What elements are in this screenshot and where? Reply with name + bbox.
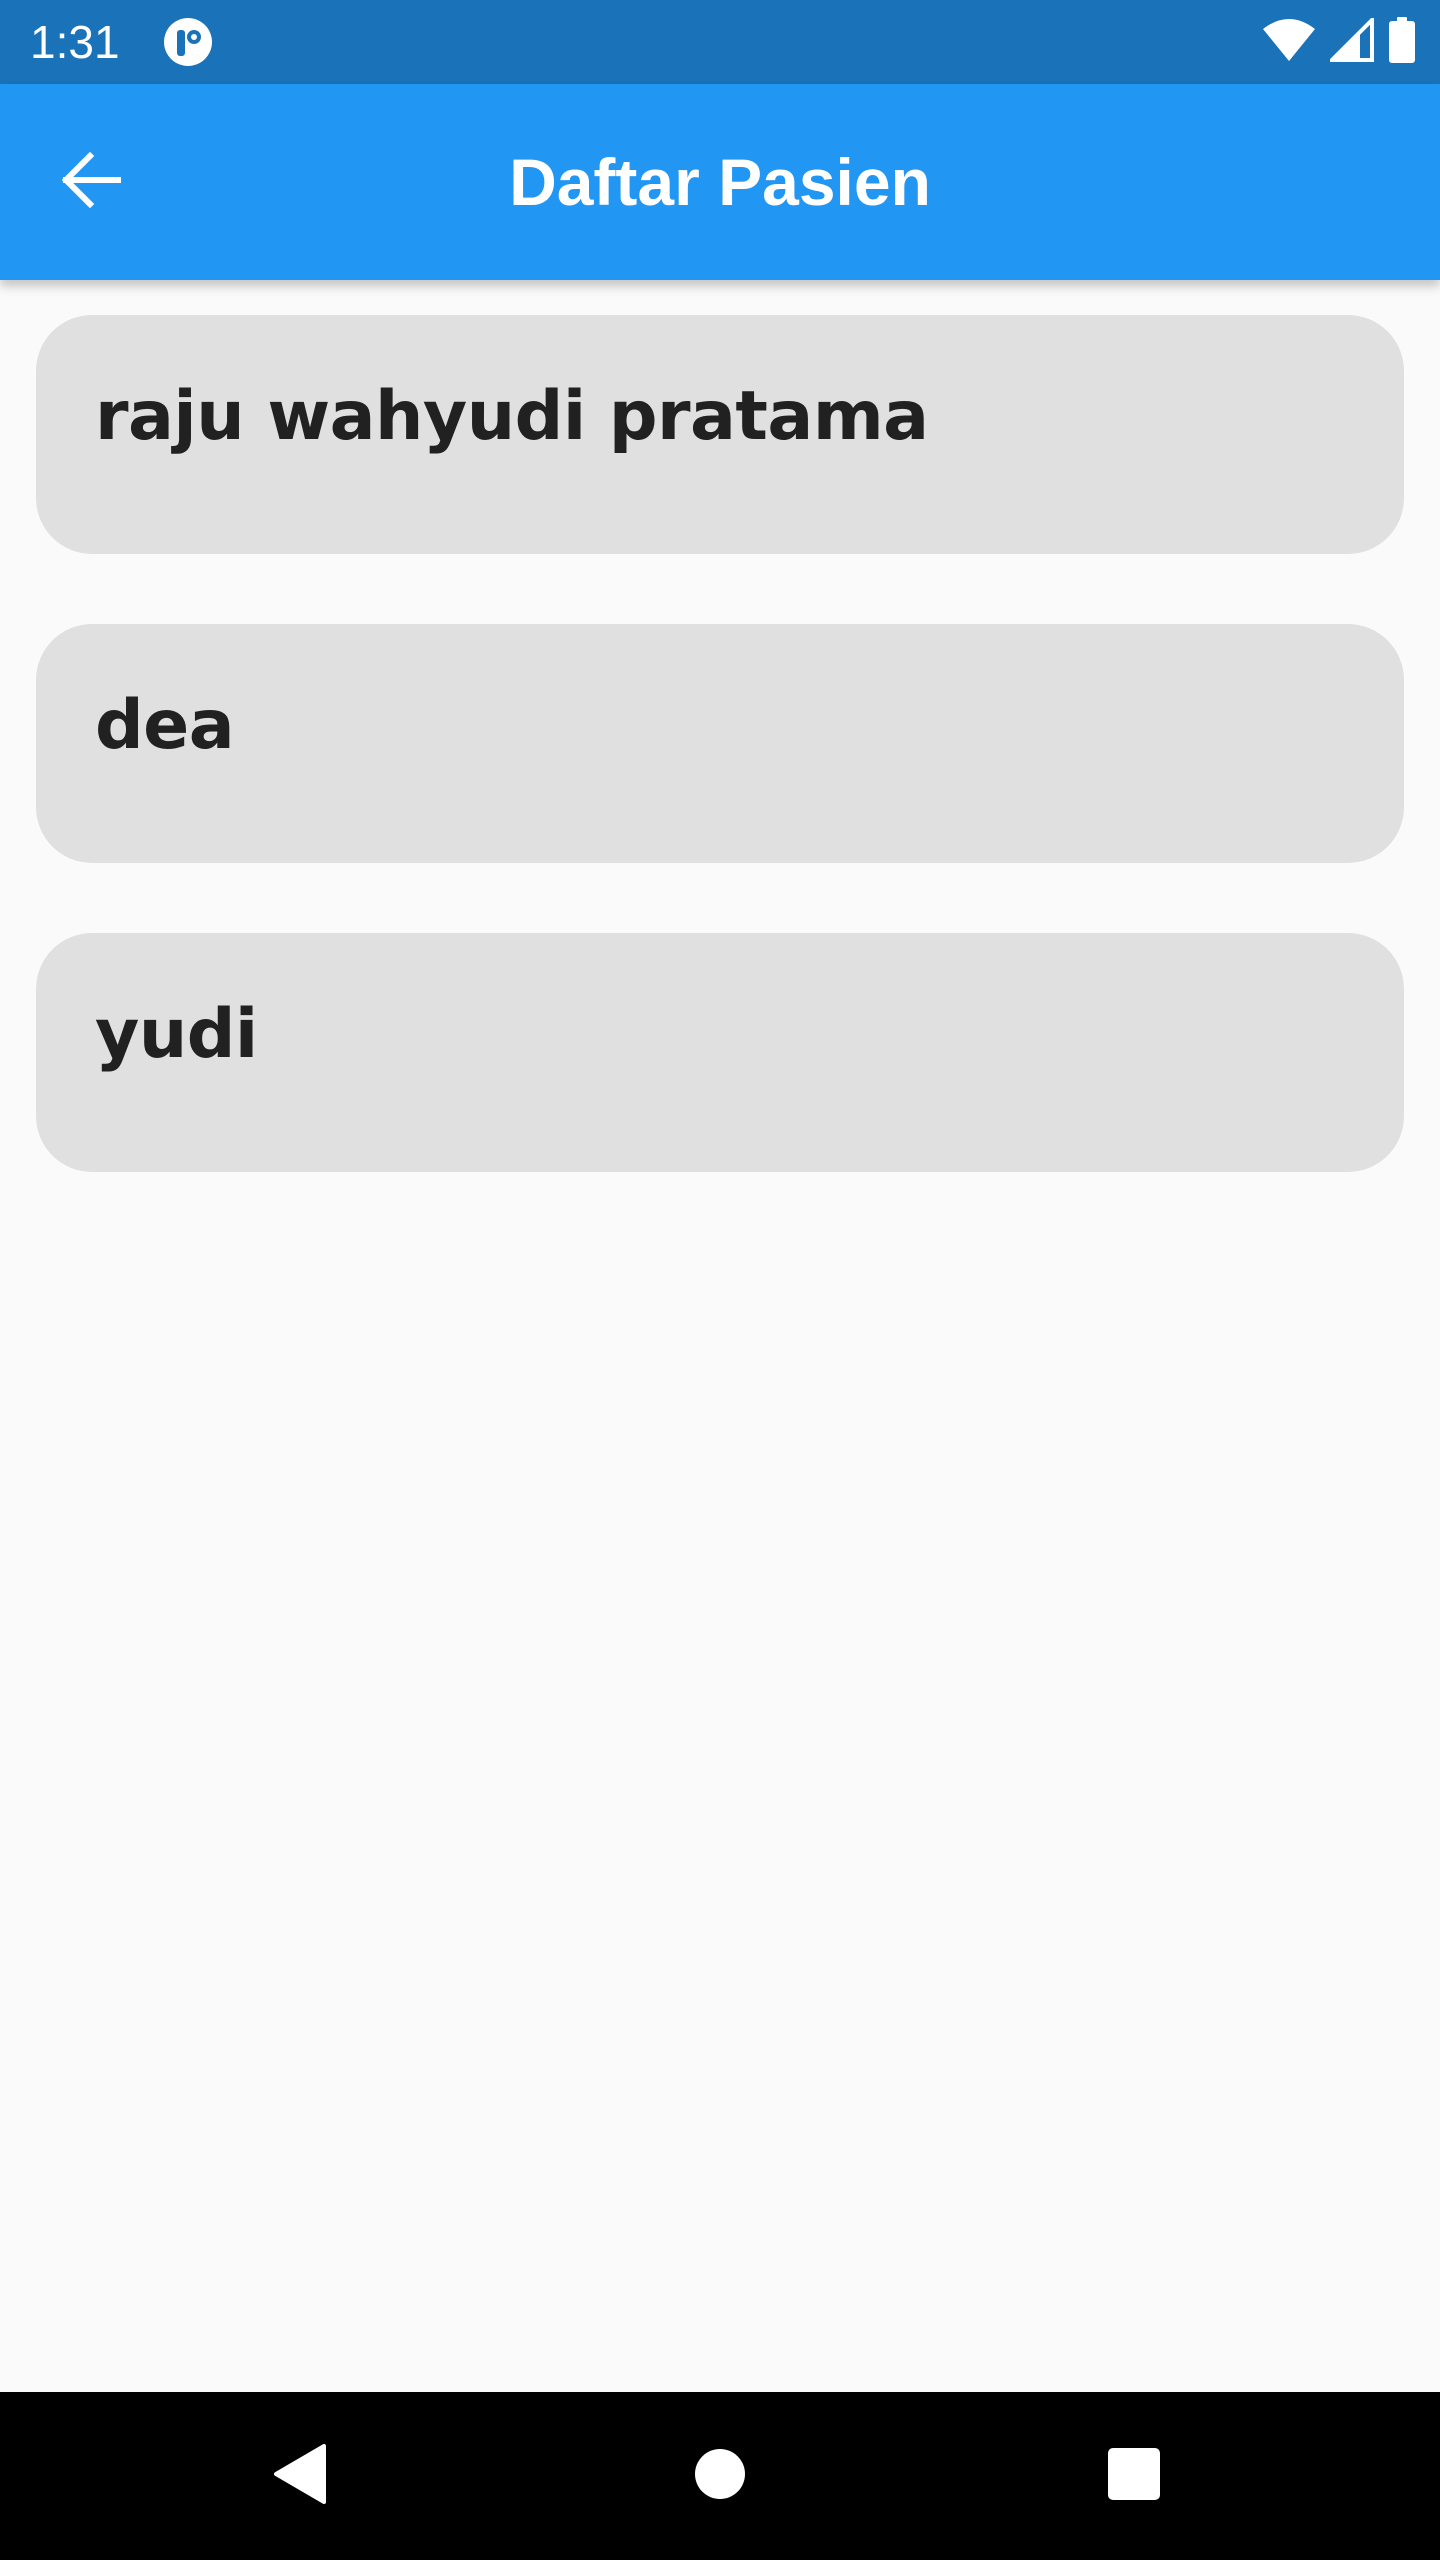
home-circle-icon [694, 2448, 746, 2505]
patient-card[interactable]: yudi [36, 933, 1404, 1172]
app-bar: Daftar Pasien [0, 84, 1440, 280]
battery-icon [1388, 16, 1416, 68]
back-triangle-icon [270, 2442, 330, 2511]
patient-name: yudi [95, 995, 258, 1074]
status-time: 1:31 [30, 16, 120, 68]
patient-card[interactable]: dea [36, 624, 1404, 863]
navigation-bar [0, 2392, 1440, 2560]
screen: 1:31 Daftar Pasien raju wahyudi pratama … [0, 0, 1440, 2560]
wifi-icon [1262, 17, 1316, 68]
status-bar: 1:31 [0, 0, 1440, 84]
patient-card[interactable]: raju wahyudi pratama [36, 315, 1404, 554]
app-notification-icon [162, 16, 214, 68]
patient-name: raju wahyudi pratama [95, 377, 929, 456]
arrow-left-icon [60, 148, 124, 217]
nav-back-button[interactable] [250, 2426, 350, 2526]
patient-list: raju wahyudi pratama dea yudi [36, 315, 1404, 1242]
page-title: Daftar Pasien [509, 145, 931, 219]
patient-name: dea [95, 686, 235, 765]
nav-recents-button[interactable] [1084, 2426, 1184, 2526]
recents-square-icon [1107, 2447, 1161, 2506]
status-icons [1262, 14, 1416, 68]
nav-home-button[interactable] [670, 2426, 770, 2526]
cell-signal-icon [1327, 14, 1374, 67]
back-button[interactable] [44, 134, 140, 230]
